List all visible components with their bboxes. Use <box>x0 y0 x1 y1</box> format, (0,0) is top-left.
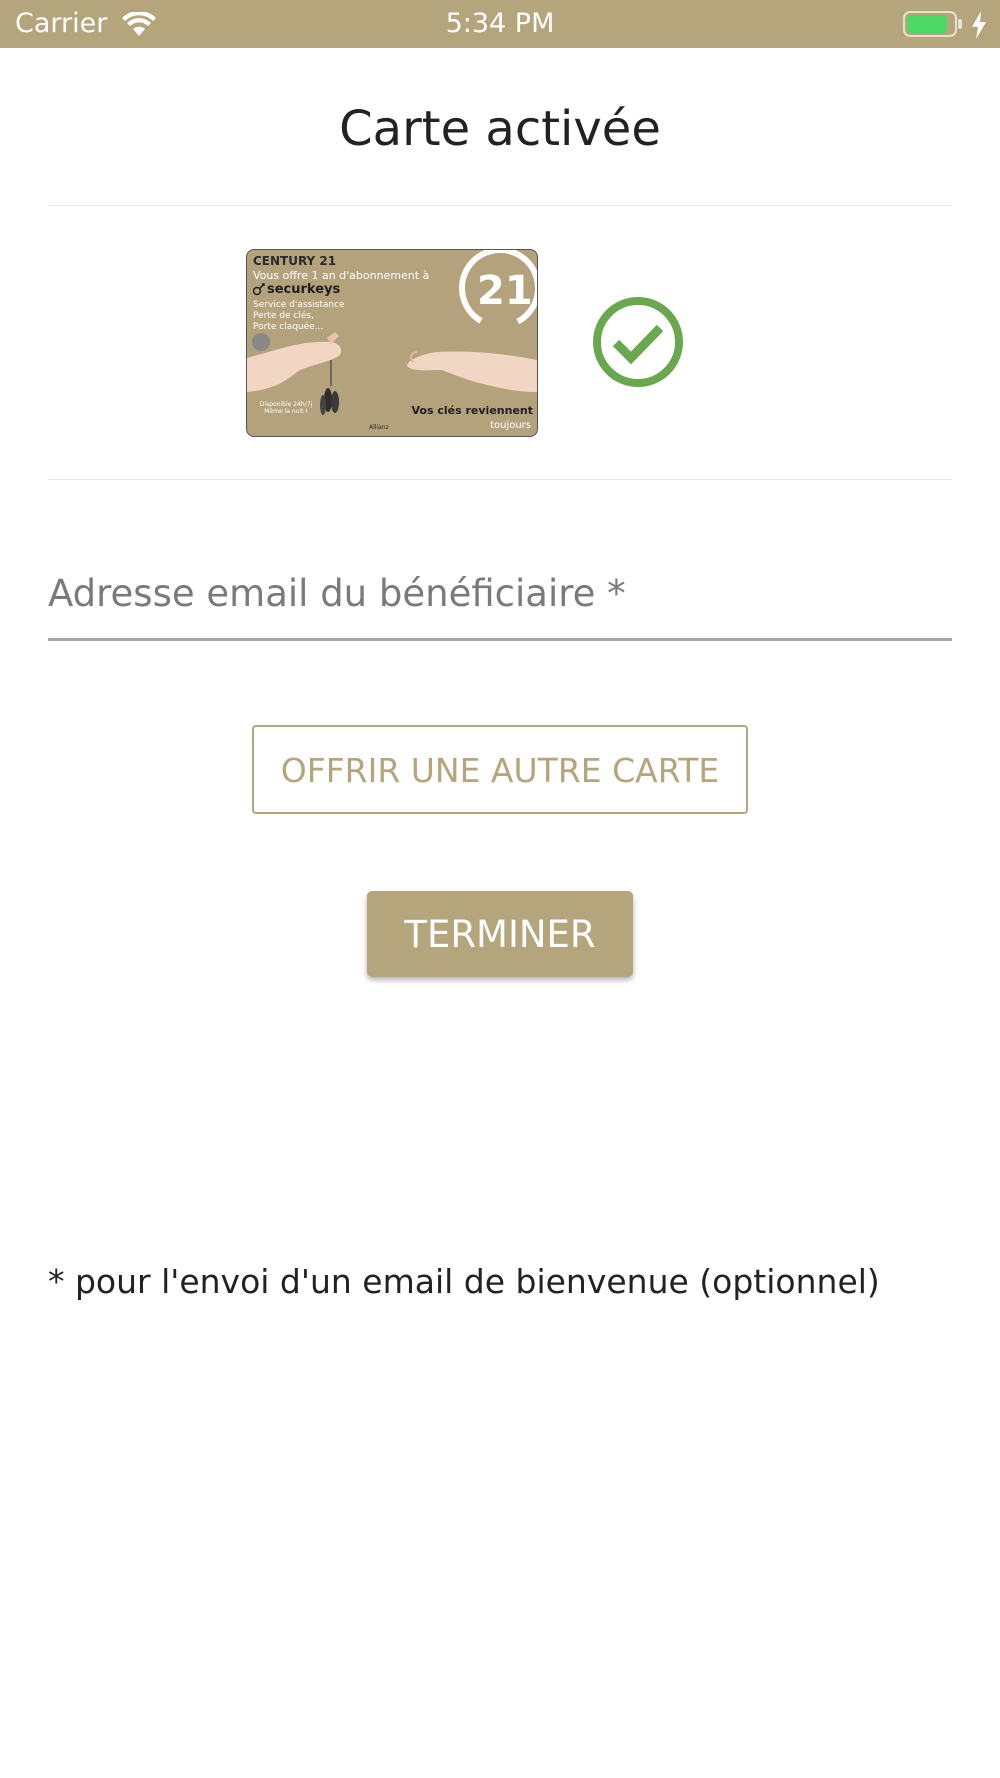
card-tagline: Vos clés reviennent <box>411 404 533 417</box>
card-offer-text: Vous offre 1 an d'abonnement à <box>253 269 430 282</box>
card-service-line: Service d'assistance <box>253 300 345 310</box>
page-title: Carte activée <box>339 101 661 157</box>
battery-icon <box>903 11 962 37</box>
gift-card-image: CENTURY 21 Vous offre 1 an d'abonnement … <box>246 249 538 437</box>
email-field[interactable] <box>48 548 952 641</box>
charging-bolt-icon <box>972 11 986 39</box>
offer-another-card-button[interactable]: OFFRIR UNE AUTRE CARTE <box>252 725 748 814</box>
card-insurer: Allianz <box>369 424 389 431</box>
card-product-name: securkeys <box>267 282 341 297</box>
status-bar: Carrier 5:34 PM <box>0 0 1000 48</box>
logo-text: 21 <box>477 268 533 314</box>
finish-button[interactable]: TERMINER <box>367 891 633 977</box>
footnote: * pour l'envoi d'un email de bienvenue (… <box>48 1262 880 1301</box>
card-tagline-2: toujours <box>490 420 531 431</box>
card-service-line: Perte de clés, <box>253 311 314 321</box>
card-availability-line: Même la nuit ! <box>264 408 308 415</box>
clock: 5:34 PM <box>445 8 555 39</box>
card-availability-line: Disponible 24h/7j <box>259 401 313 408</box>
card-brand: CENTURY 21 <box>253 254 337 268</box>
card-services: Service d'assistance Perte de clés, Port… <box>253 300 345 333</box>
divider-top <box>48 205 952 206</box>
check-circle-icon <box>593 297 683 387</box>
card-availability: Disponible 24h/7j Même la nuit ! <box>251 401 321 415</box>
key-icon <box>253 283 265 296</box>
divider-bottom <box>48 479 952 480</box>
century21-logo: 21 <box>459 250 537 329</box>
card-dot <box>252 333 270 351</box>
